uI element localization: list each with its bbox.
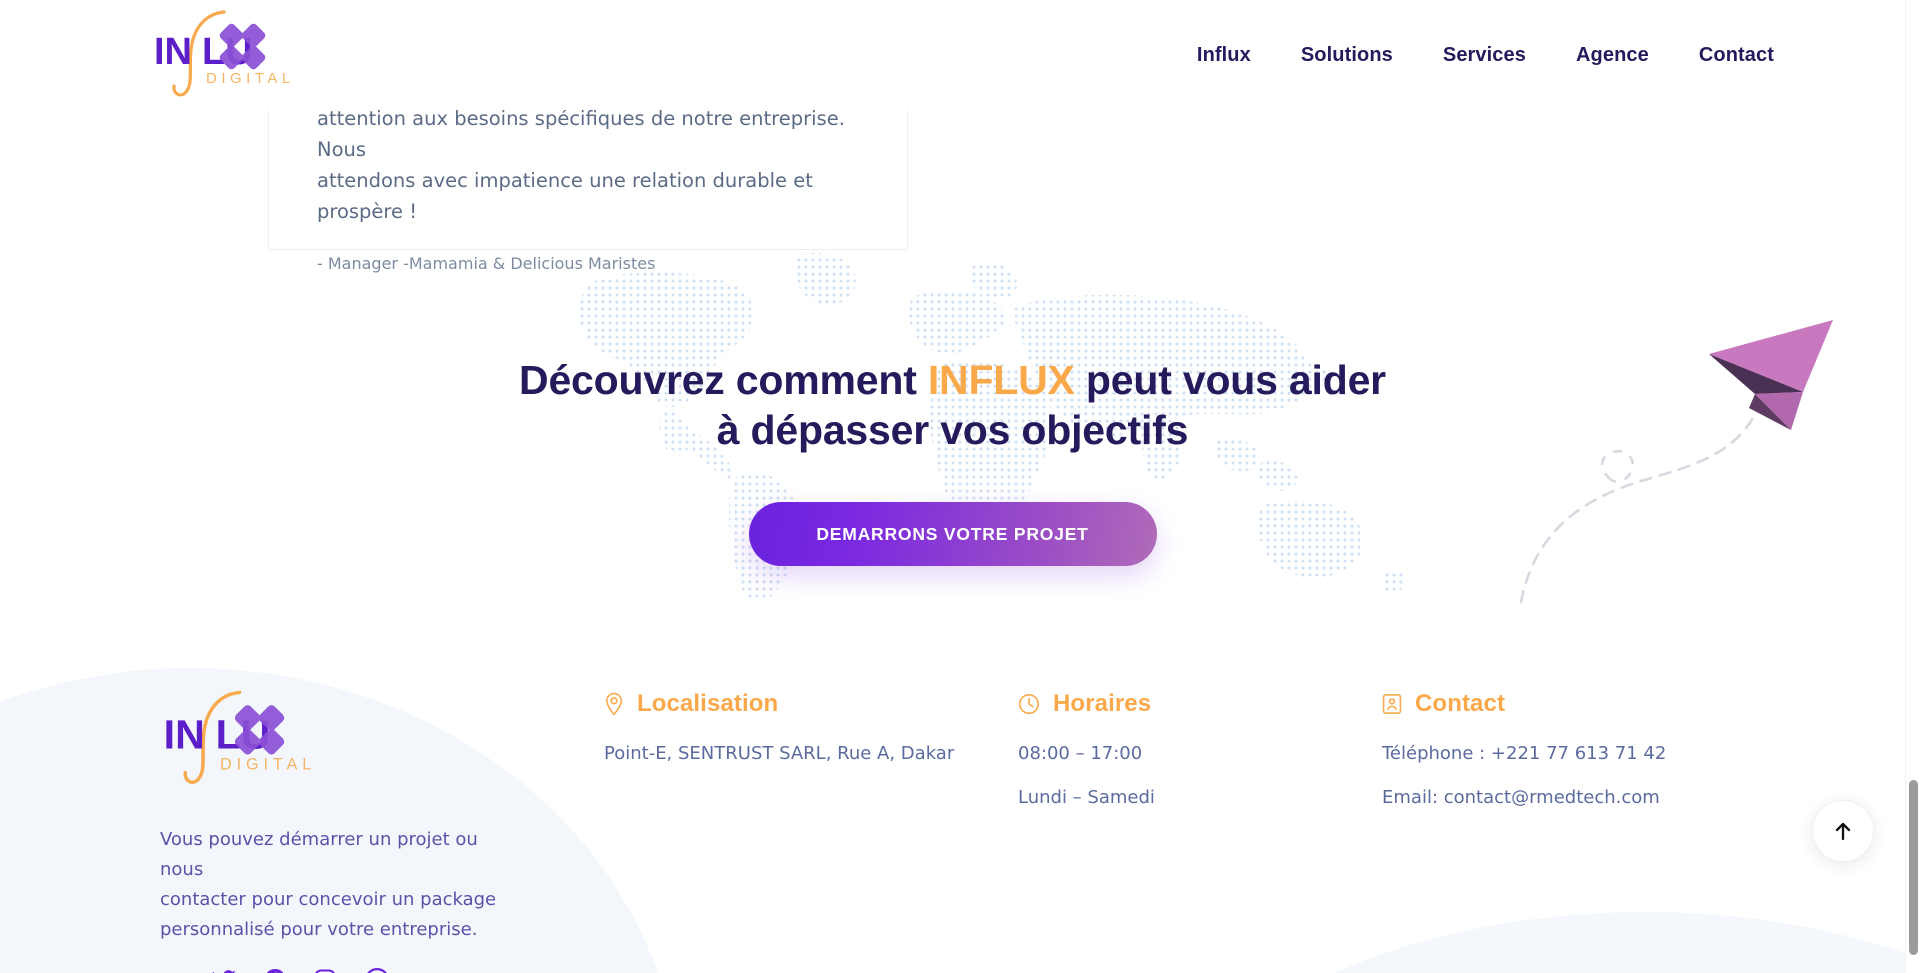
testimonial-line-2: attendons avec impatience une relation d… [317,169,813,223]
footer-column-header: Horaires [1018,690,1348,718]
footer-column-title: Contact [1415,690,1506,717]
nav-contact[interactable]: Contact [1674,44,1799,67]
cta-heading-accent: INFLUX [927,357,1075,403]
cta-heading-part2: peut vous aider [1074,357,1386,403]
nav-solutions[interactable]: Solutions [1276,44,1418,67]
footer-column-contact: Contact Téléphone : +221 77 613 71 42 Em… [1382,690,1782,812]
twitter-icon[interactable] [211,968,237,973]
facebook-icon[interactable] [160,968,184,973]
influx-digital-logo: IN LU DIGITAL [154,10,295,97]
nav-influx[interactable]: Influx [1172,44,1276,67]
svg-text:DIGITAL: DIGITAL [220,755,316,773]
instagram-icon[interactable] [313,968,337,973]
map-pin-icon [604,692,624,716]
svg-text:DIGITAL: DIGITAL [206,70,295,87]
page-scrollbar[interactable] [1905,0,1920,973]
footer-column-title: Horaires [1053,690,1152,717]
arrow-up-icon [1835,822,1851,841]
footer-column-localisation: Localisation Point-E, SENTRUST SARL, Rue… [604,690,984,768]
footer-description-line-1: Vous pouvez démarrer un projet ou nous [160,829,478,880]
footer-logo[interactable]: IN LU DIGITAL [155,690,350,794]
testimonial-card: attention aux besoins spécifiques de not… [268,107,908,273]
footer-phone: Téléphone : +221 77 613 71 42 [1382,743,1667,764]
cta-heading-part1: Découvrez comment [519,357,928,403]
footer-social-links [160,967,520,973]
cta-heading-line2: à dépasser vos objectifs [716,407,1189,453]
footer-email: Email: contact@rmedtech.com [1382,787,1660,808]
footer-description-line-2: contacter pour concevoir un package [160,889,497,910]
testimonial-line-1: attention aux besoins spécifiques de not… [317,107,845,161]
footer-description-line-3: personnalisé pour votre entreprise. [160,919,478,940]
scrollbar-thumb[interactable] [1909,780,1918,955]
footer-column-horaires: Horaires 08:00 – 17:00 Lundi – Samedi [1018,690,1348,812]
svg-text:IN: IN [154,31,192,73]
whatsapp-icon[interactable] [364,967,390,973]
nav-agence[interactable]: Agence [1551,44,1674,67]
footer-content: IN LU DIGITAL Vous pouvez démarrer un pr… [0,650,1905,973]
site-header: IN LU DIGITAL Influx Solutions Services … [0,0,1905,110]
site-footer: IN LU DIGITAL Vous pouvez démarrer un pr… [0,650,1905,973]
testimonial-author: - Manager -Mamamia & Delicious Maristes [317,254,656,273]
cta-section: Découvrez comment INFLUX peut vous aider… [0,250,1905,650]
main-nav[interactable]: Influx Solutions Services Agence Contact [1172,0,1799,110]
contact-card-icon [1382,693,1402,715]
nav-services[interactable]: Services [1418,44,1551,67]
footer-column-header: Localisation [604,690,984,718]
footer-column-header: Contact [1382,690,1782,718]
footer-brand-column: IN LU DIGITAL Vous pouvez démarrer un pr… [160,688,520,973]
cta-content: Découvrez comment INFLUX peut vous aider… [0,250,1905,650]
footer-hours-days: Lundi – Samedi [1018,787,1155,808]
svg-text:IN: IN [164,712,205,758]
footer-hours-range: 08:00 – 17:00 [1018,743,1143,764]
footer-column-title: Localisation [637,690,779,717]
influx-digital-logo: IN LU DIGITAL [164,690,316,784]
footer-address: Point-E, SENTRUST SARL, Rue A, Dakar [604,743,955,764]
start-project-button[interactable]: DEMARRONS VOTRE PROJET [748,502,1157,566]
pinterest-icon[interactable] [264,968,286,973]
header-logo[interactable]: IN LU DIGITAL [146,8,326,102]
cta-heading: Découvrez comment INFLUX peut vous aider… [519,355,1386,455]
clock-icon [1018,693,1040,715]
testimonial-text: attention aux besoins spécifiques de not… [317,103,859,227]
scroll-to-top-button[interactable] [1812,800,1874,862]
footer-description: Vous pouvez démarrer un projet ou nous c… [160,825,520,945]
